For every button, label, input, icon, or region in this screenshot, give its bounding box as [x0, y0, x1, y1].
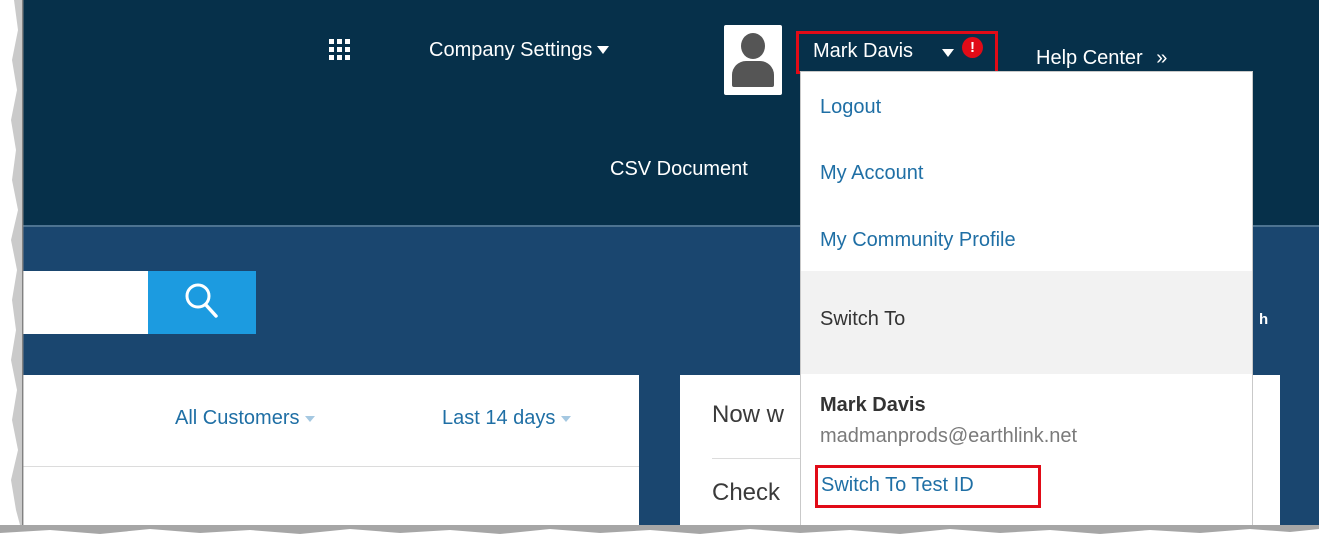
apps-grid-icon[interactable] [329, 39, 350, 60]
my-community-profile-menu-item[interactable]: My Community Profile [820, 229, 1016, 252]
logout-menu-item[interactable]: Logout [820, 96, 881, 119]
truncated-text: h [1259, 311, 1269, 328]
avatar-head [741, 33, 765, 59]
my-account-menu-item[interactable]: My Account [820, 162, 923, 185]
alert-icon: ! [962, 37, 983, 58]
announcement-line-2: Check [712, 479, 781, 506]
account-email: madmanprods@earthlink.net [820, 425, 1078, 447]
app-window: Company Settings Mark Davis ! Help Cente… [22, 0, 1319, 525]
help-center-link[interactable]: Help Center » [1036, 47, 1167, 70]
search-button[interactable] [148, 271, 256, 334]
chevron-down-icon [942, 49, 954, 57]
chevron-down-icon [305, 415, 316, 422]
company-settings-menu[interactable]: Company Settings [429, 39, 610, 62]
avatar[interactable] [724, 25, 782, 95]
period-filter[interactable]: Last 14 days [442, 407, 572, 430]
customers-filter[interactable]: All Customers [175, 407, 316, 430]
company-settings-label: Company Settings [429, 39, 593, 61]
double-chevron-right-icon: » [1156, 47, 1168, 69]
torn-edge-bottom [0, 525, 1319, 534]
chevron-down-icon [597, 45, 610, 54]
csv-documents-link[interactable]: CSV Document [610, 158, 748, 181]
chevron-down-icon [561, 415, 572, 422]
user-dropdown-menu: Logout My Account My Community Profile S… [800, 71, 1253, 525]
activity-card: All Customers Last 14 days [23, 375, 639, 525]
account-name: Mark Davis [820, 394, 926, 416]
search-input[interactable] [23, 271, 148, 334]
period-filter-label: Last 14 days [442, 407, 556, 429]
announcement-line-1: Now w [712, 401, 785, 428]
switch-to-label: Switch To [820, 308, 906, 330]
customers-filter-label: All Customers [175, 407, 300, 429]
user-name: Mark Davis [813, 40, 914, 62]
avatar-body [732, 61, 774, 87]
user-menu-button[interactable]: Mark Davis ! [796, 31, 998, 74]
help-center-label: Help Center [1036, 47, 1143, 69]
switch-to-test-id-label: Switch To Test ID [821, 474, 974, 496]
card-divider [23, 466, 639, 467]
switch-to-test-id-item[interactable]: Switch To Test ID [815, 465, 1041, 508]
search-icon [185, 283, 218, 318]
switch-to-section: Switch To [801, 271, 1252, 374]
torn-edge-left [11, 0, 24, 525]
